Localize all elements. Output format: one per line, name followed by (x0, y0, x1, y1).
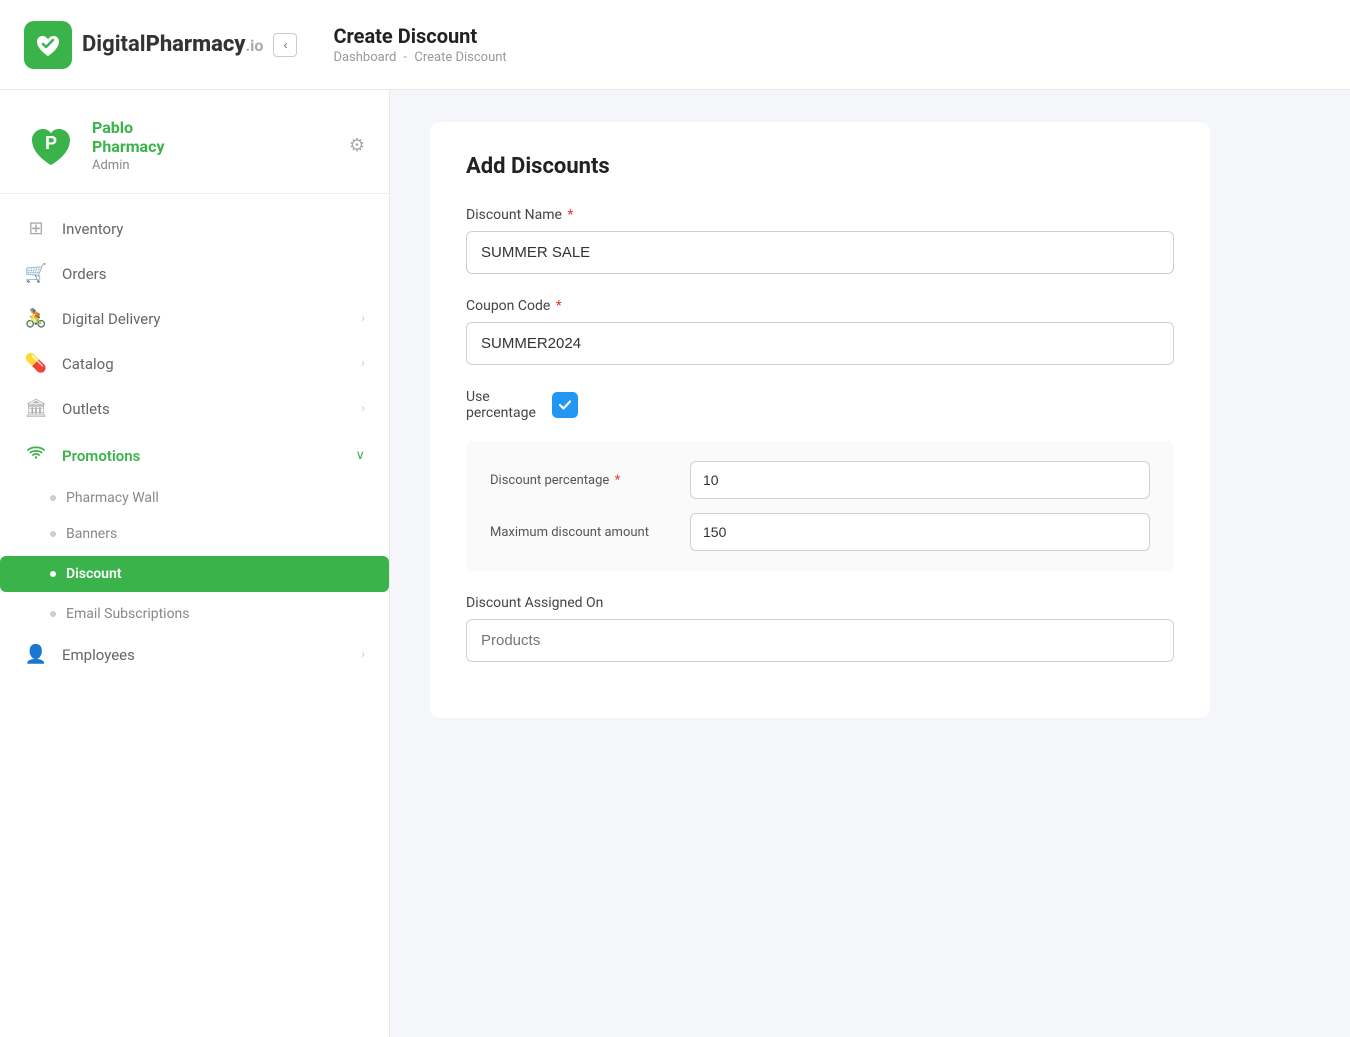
discount-assigned-on-input[interactable] (466, 619, 1174, 662)
sub-label-email-subscriptions: Email Subscriptions (66, 606, 190, 622)
page-title: Create Discount (333, 24, 506, 48)
sidebar-item-employees[interactable]: 👤 Employees › (0, 632, 389, 677)
nav-label-orders: Orders (62, 265, 365, 283)
discount-percentage-label: Discount percentage * (490, 473, 670, 488)
sub-label-pharmacy-wall: Pharmacy Wall (66, 490, 159, 506)
sidebar-sub-item-discount[interactable]: Discount (0, 556, 389, 592)
discount-name-label: Discount Name * (466, 207, 1174, 223)
user-name: Pablo Pharmacy (92, 118, 335, 156)
use-percentage-label: Usepercentage (466, 389, 536, 421)
user-last-name: Pharmacy (92, 137, 165, 156)
breadcrumb-home[interactable]: Dashboard (333, 50, 396, 65)
logo-icon (24, 21, 72, 69)
dot-icon (50, 495, 56, 501)
dot-icon (50, 611, 56, 617)
logo-area: DigitalPharmacy.io ‹ (24, 21, 297, 69)
max-discount-input[interactable] (690, 513, 1150, 551)
coupon-code-label: Coupon Code * (466, 298, 1174, 314)
content-area: Add Discounts Discount Name * Coupon Cod… (390, 90, 1350, 1037)
nav-label-inventory: Inventory (62, 220, 365, 238)
max-discount-label: Maximum discount amount (490, 525, 670, 540)
breadcrumb-separator: - (404, 50, 411, 65)
required-star: * (615, 473, 621, 488)
chevron-right-icon: › (361, 311, 365, 326)
chevron-right-icon: › (361, 647, 365, 662)
nav-label-outlets: Outlets (62, 400, 347, 418)
discount-percentage-row: Discount percentage * (490, 461, 1150, 499)
sidebar-sub-item-email-subscriptions[interactable]: Email Subscriptions (0, 596, 389, 632)
sidebar-item-catalog[interactable]: 💊 Catalog › (0, 341, 389, 386)
discount-assigned-on-label: Discount Assigned On (466, 595, 1174, 611)
form-title: Add Discounts (466, 154, 1174, 179)
logo-text: DigitalPharmacy.io (82, 32, 263, 57)
grid-icon: ⊞ (24, 218, 48, 239)
top-header: DigitalPharmacy.io ‹ Create Discount Das… (0, 0, 1350, 90)
required-star: * (567, 207, 573, 223)
nav-label-employees: Employees (62, 646, 347, 664)
bike-icon: 🚴 (24, 308, 48, 329)
user-first-name: Pablo (92, 118, 133, 137)
sidebar-collapse-button[interactable]: ‹ (273, 33, 297, 57)
coupon-code-group: Coupon Code * (466, 298, 1174, 365)
nav-label-digital-delivery: Digital Delivery (62, 310, 347, 328)
discount-assigned-on-group: Discount Assigned On (466, 595, 1174, 662)
use-percentage-checkbox[interactable] (552, 392, 578, 418)
discount-percentage-input[interactable] (690, 461, 1150, 499)
main-layout: P Pablo Pharmacy Admin ⚙ ⊞ Inventory 🛒 O… (0, 90, 1350, 1037)
svg-text:P: P (45, 133, 57, 153)
logo-text-regular: Digital (82, 32, 146, 57)
user-info: Pablo Pharmacy Admin (92, 118, 335, 173)
avatar: P (24, 119, 78, 173)
nav-label-catalog: Catalog (62, 355, 347, 373)
dot-icon (50, 531, 56, 537)
use-percentage-row: Usepercentage (466, 389, 1174, 421)
dot-icon (50, 571, 56, 577)
max-discount-row: Maximum discount amount (490, 513, 1150, 551)
pill-icon: 💊 (24, 353, 48, 374)
sidebar-item-inventory[interactable]: ⊞ Inventory (0, 206, 389, 251)
sub-fields-container: Discount percentage * Maximum discount a… (466, 441, 1174, 571)
header-breadcrumb: Create Discount Dashboard - Create Disco… (333, 24, 506, 65)
person-icon: 👤 (24, 644, 48, 665)
breadcrumb-current: Create Discount (414, 50, 506, 65)
sub-label-discount: Discount (66, 566, 122, 582)
logo-text-bold: Pharmacy (146, 32, 246, 57)
sidebar-item-orders[interactable]: 🛒 Orders (0, 251, 389, 296)
sidebar-sub-item-banners[interactable]: Banners (0, 516, 389, 552)
sidebar-sub-item-pharmacy-wall[interactable]: Pharmacy Wall (0, 480, 389, 516)
cart-icon: 🛒 (24, 263, 48, 284)
user-section: P Pablo Pharmacy Admin ⚙ (0, 106, 389, 194)
discount-name-input[interactable] (466, 231, 1174, 274)
chevron-right-icon: › (361, 356, 365, 371)
sub-label-banners: Banners (66, 526, 117, 542)
user-role: Admin (92, 158, 335, 173)
chevron-down-icon: ∨ (355, 448, 365, 463)
building-icon: 🏛 (24, 398, 48, 419)
settings-icon[interactable]: ⚙ (349, 135, 365, 156)
wifi-icon (24, 443, 48, 468)
sidebar-item-digital-delivery[interactable]: 🚴 Digital Delivery › (0, 296, 389, 341)
sidebar: P Pablo Pharmacy Admin ⚙ ⊞ Inventory 🛒 O… (0, 90, 390, 1037)
logo-suffix: .io (246, 36, 264, 55)
nav-label-promotions: Promotions (62, 447, 341, 465)
sidebar-item-outlets[interactable]: 🏛 Outlets › (0, 386, 389, 431)
required-star: * (556, 298, 562, 314)
sidebar-item-promotions[interactable]: Promotions ∨ (0, 431, 389, 480)
breadcrumb: Dashboard - Create Discount (333, 50, 506, 65)
chevron-right-icon: › (361, 401, 365, 416)
discount-name-group: Discount Name * (466, 207, 1174, 274)
form-card: Add Discounts Discount Name * Coupon Cod… (430, 122, 1210, 718)
coupon-code-input[interactable] (466, 322, 1174, 365)
